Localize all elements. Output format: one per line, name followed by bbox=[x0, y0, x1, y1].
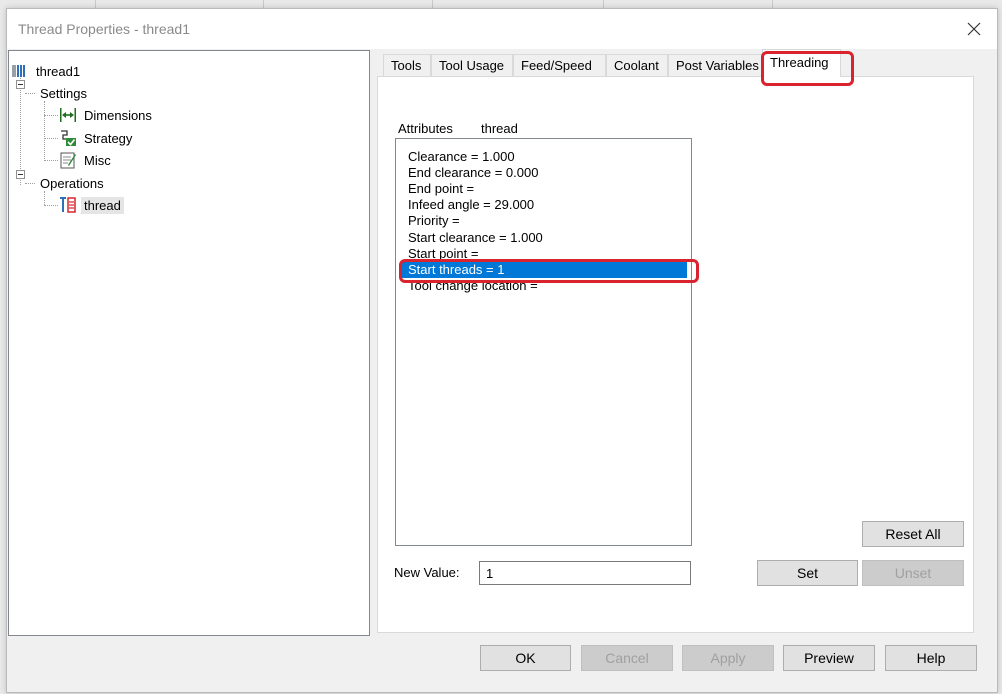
close-icon bbox=[967, 22, 981, 36]
tree-connector bbox=[44, 101, 45, 161]
list-item[interactable]: Clearance = 1.000 bbox=[400, 149, 687, 165]
tab-post-variables[interactable]: Post Variables bbox=[668, 54, 762, 76]
close-button[interactable] bbox=[951, 9, 997, 49]
background-grid-line bbox=[772, 0, 773, 8]
unset-button[interactable]: Unset bbox=[862, 560, 964, 586]
attributes-value: thread bbox=[481, 121, 518, 136]
tab-coolant[interactable]: Coolant bbox=[606, 54, 668, 76]
misc-icon bbox=[60, 152, 76, 169]
list-item[interactable]: End clearance = 0.000 bbox=[400, 165, 687, 181]
tree-connector bbox=[44, 115, 58, 116]
tab-tools[interactable]: Tools bbox=[383, 54, 431, 76]
tree-connector bbox=[20, 73, 21, 185]
background-grid-line bbox=[603, 0, 604, 8]
thread-tool-icon bbox=[12, 65, 25, 77]
reset-all-button[interactable]: Reset All bbox=[862, 521, 964, 547]
apply-button[interactable]: Apply bbox=[682, 645, 774, 671]
attributes-label: Attributes bbox=[398, 121, 453, 136]
list-item[interactable]: Infeed angle = 29.000 bbox=[400, 197, 687, 213]
tree-item-strategy[interactable]: Strategy bbox=[59, 128, 135, 148]
thread-operation-icon bbox=[60, 197, 76, 213]
tree-item-thread[interactable]: thread bbox=[59, 195, 124, 215]
tree-connector bbox=[44, 138, 58, 139]
list-item[interactable]: Start clearance = 1.000 bbox=[400, 230, 687, 246]
properties-tree[interactable]: thread1 Settings Dimensions Strategy Mis… bbox=[8, 50, 370, 636]
tree-item-settings[interactable]: Settings bbox=[37, 83, 90, 103]
tab-feed-speed[interactable]: Feed/Speed bbox=[513, 54, 606, 76]
window-title: Thread Properties - thread1 bbox=[18, 21, 190, 37]
help-button[interactable]: Help bbox=[885, 645, 977, 671]
list-item[interactable]: Start point = bbox=[400, 246, 687, 262]
tree-item-label: Dimensions bbox=[84, 107, 152, 123]
new-value-input[interactable] bbox=[479, 561, 691, 585]
set-button[interactable]: Set bbox=[757, 560, 858, 586]
tab-threading[interactable]: Threading bbox=[762, 49, 841, 77]
operations-collapse-toggle[interactable] bbox=[16, 170, 25, 179]
ok-button[interactable]: OK bbox=[480, 645, 571, 671]
tree-item-misc[interactable]: Misc bbox=[59, 150, 114, 170]
tree-item-label: thread bbox=[81, 196, 124, 214]
tree-item-label: Settings bbox=[40, 85, 87, 101]
tree-item-label: thread1 bbox=[36, 63, 81, 79]
tree-connector bbox=[44, 191, 45, 205]
dimensions-icon bbox=[60, 108, 76, 122]
tree-connector bbox=[25, 183, 35, 184]
tree-item-dimensions[interactable]: Dimensions bbox=[59, 105, 155, 125]
strategy-icon bbox=[61, 130, 76, 146]
background-grid-line bbox=[263, 0, 264, 8]
cancel-button[interactable]: Cancel bbox=[581, 645, 673, 671]
background-grid-line bbox=[432, 0, 433, 8]
tree-connector bbox=[25, 93, 35, 94]
settings-collapse-toggle[interactable] bbox=[16, 80, 25, 89]
list-item[interactable]: Tool change location = bbox=[400, 278, 687, 294]
preview-button[interactable]: Preview bbox=[783, 645, 875, 671]
list-item-selected[interactable]: Start threads = 1 bbox=[400, 262, 687, 278]
title-bar: Thread Properties - thread1 bbox=[7, 9, 997, 49]
attributes-list[interactable]: Clearance = 1.000 End clearance = 0.000 … bbox=[395, 138, 692, 546]
tree-item-operations[interactable]: Operations bbox=[37, 173, 107, 193]
tree-connector bbox=[44, 160, 58, 161]
tab-tool-usage[interactable]: Tool Usage bbox=[431, 54, 513, 76]
tree-connector bbox=[44, 205, 58, 206]
tree-item-label: Misc bbox=[84, 152, 111, 168]
list-item[interactable]: Priority = bbox=[400, 213, 687, 229]
tree-item-thread1[interactable]: thread1 bbox=[11, 61, 83, 81]
new-value-label: New Value: bbox=[394, 565, 460, 580]
background-grid-line bbox=[95, 0, 96, 8]
tree-item-label: Strategy bbox=[84, 130, 133, 146]
tree-item-label: Operations bbox=[40, 175, 104, 191]
list-item[interactable]: End point = bbox=[400, 181, 687, 197]
